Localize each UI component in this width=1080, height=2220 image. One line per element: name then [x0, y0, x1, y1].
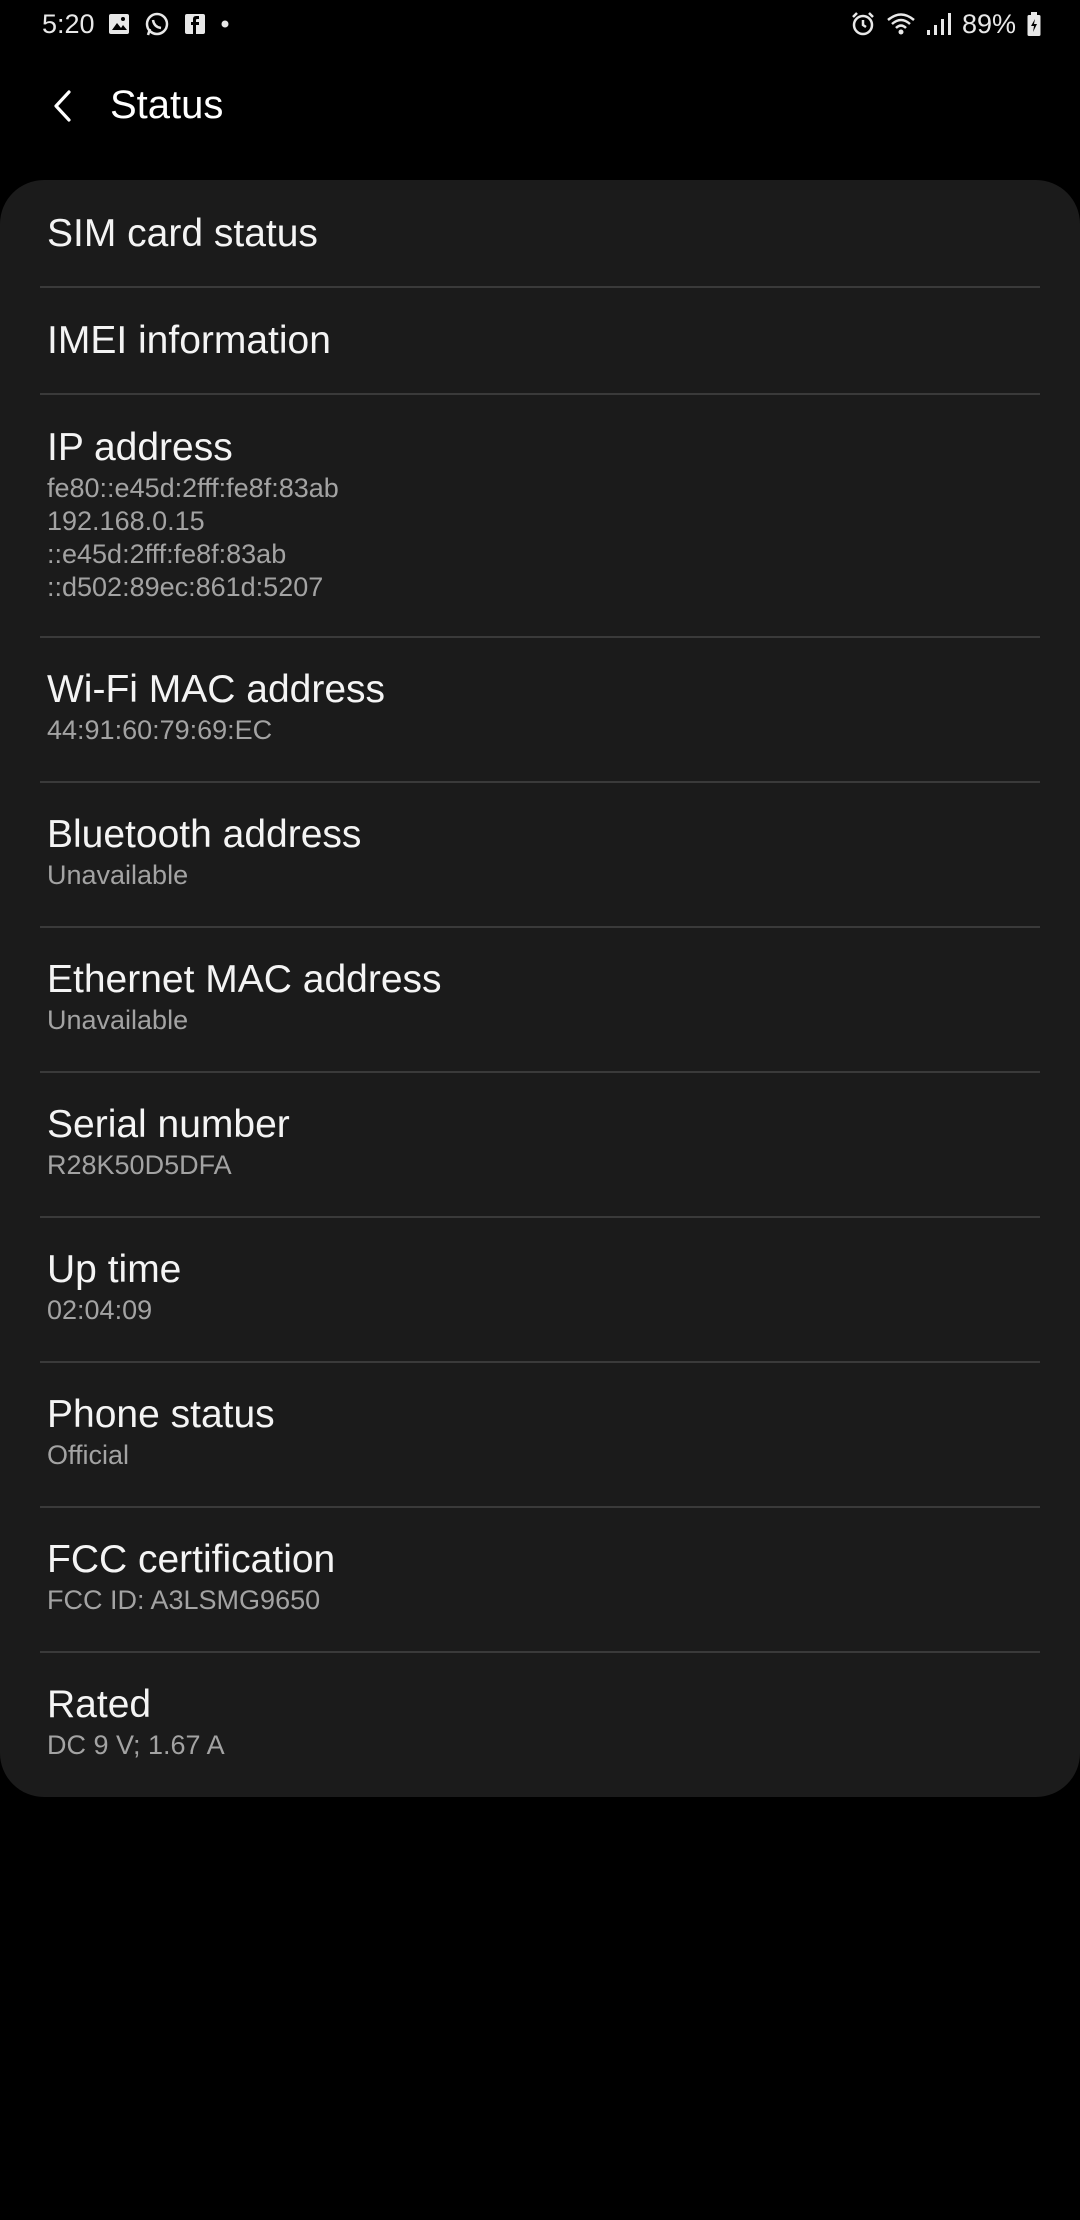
item-value: ::d502:89ec:861d:5207	[47, 572, 324, 602]
item-title: Rated	[47, 1683, 152, 1726]
status-bar: 5:20 89%	[0, 0, 1080, 48]
notification-icons	[108, 10, 230, 38]
item-value: FCC ID: A3LSMG9650	[47, 1585, 321, 1615]
list-item-ip-address[interactable]: IP address fe80::e45d:2fff:fe8f:83ab 192…	[0, 395, 1080, 638]
list-item-bluetooth-address[interactable]: Bluetooth address Unavailable	[0, 783, 1080, 928]
back-button[interactable]	[30, 74, 94, 138]
list-item-phone-status[interactable]: Phone status Official	[0, 1363, 1080, 1508]
whatsapp-icon	[144, 11, 170, 37]
item-value: Official	[47, 1440, 130, 1470]
item-title: Up time	[47, 1248, 182, 1291]
gallery-icon	[108, 13, 130, 35]
item-title: Bluetooth address	[47, 813, 362, 856]
chevron-left-icon	[47, 86, 77, 126]
item-title: Phone status	[47, 1393, 275, 1436]
item-value: 192.168.0.15	[47, 506, 205, 536]
alarm-icon	[850, 11, 876, 37]
system-icons: 89%	[850, 6, 1042, 42]
facebook-icon	[184, 13, 206, 35]
list-item-serial-number[interactable]: Serial number R28K50D5DFA	[0, 1073, 1080, 1218]
wifi-icon	[886, 11, 916, 37]
item-value: Unavailable	[47, 860, 189, 890]
item-title: Serial number	[47, 1103, 290, 1146]
item-value: ::e45d:2fff:fe8f:83ab	[47, 539, 287, 569]
item-value: Unavailable	[47, 1005, 189, 1035]
list-item-ethernet-mac-address[interactable]: Ethernet MAC address Unavailable	[0, 928, 1080, 1073]
item-title: IP address	[47, 426, 233, 469]
status-list: SIM card status IMEI information IP addr…	[0, 180, 1080, 1797]
item-title: IMEI information	[47, 319, 331, 362]
item-title: Ethernet MAC address	[47, 958, 442, 1001]
item-title: SIM card status	[47, 212, 318, 255]
item-title: Wi-Fi MAC address	[47, 668, 386, 711]
list-item-sim-card-status[interactable]: SIM card status	[0, 180, 1080, 288]
battery-icon	[1026, 11, 1042, 37]
item-value: 02:04:09	[47, 1295, 153, 1325]
dot-icon	[220, 19, 230, 29]
signal-icon	[926, 12, 952, 36]
list-item-wifi-mac-address[interactable]: Wi-Fi MAC address 44:91:60:79:69:EC	[0, 638, 1080, 783]
item-value: 44:91:60:79:69:EC	[47, 715, 273, 745]
list-item-up-time[interactable]: Up time 02:04:09	[0, 1218, 1080, 1363]
list-item-imei-information[interactable]: IMEI information	[0, 288, 1080, 395]
item-value: DC 9 V; 1.67 A	[47, 1730, 225, 1760]
page-title: Status	[110, 83, 224, 127]
list-item-rated[interactable]: Rated DC 9 V; 1.67 A	[0, 1653, 1080, 1798]
battery-percent: 89%	[961, 9, 1016, 39]
status-time: 5:20	[42, 9, 95, 39]
item-value: fe80::e45d:2fff:fe8f:83ab	[47, 473, 339, 503]
item-title: FCC certification	[47, 1538, 336, 1581]
app-bar: Status	[0, 64, 1080, 144]
item-value: R28K50D5DFA	[47, 1150, 232, 1180]
list-item-fcc-certification[interactable]: FCC certification FCC ID: A3LSMG9650	[0, 1508, 1080, 1653]
